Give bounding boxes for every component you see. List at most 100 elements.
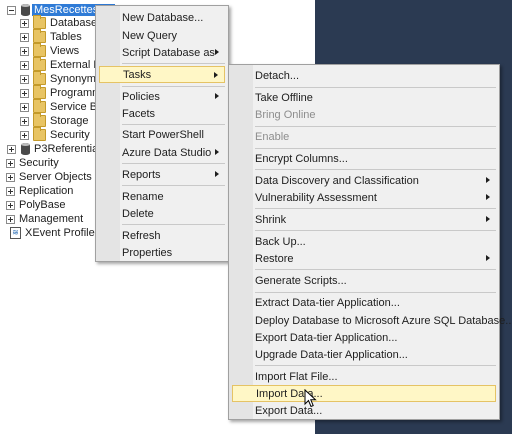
menu-separator (255, 208, 496, 209)
tree-node-polybase[interactable]: PolyBase (6, 198, 65, 212)
tree-node-db-security[interactable]: Security (20, 127, 90, 142)
menu-item-script-database-as[interactable]: Script Database as (99, 44, 225, 61)
folder-icon (33, 85, 46, 99)
tree-node-label[interactable]: Tables (50, 31, 82, 43)
tree-node-server-security[interactable]: Security (6, 156, 59, 170)
tree-node-label[interactable]: XEvent Profiler (25, 227, 98, 239)
menu-item-label: Take Offline (255, 91, 313, 104)
expand-icon[interactable] (6, 186, 15, 196)
tree-node-label[interactable]: Programm (50, 87, 101, 99)
menu-item-restore[interactable]: Restore (232, 250, 496, 267)
menu-item-label: Generate Scripts... (255, 274, 347, 287)
menu-item-label: Encrypt Columns... (255, 152, 348, 165)
profiler-icon: ≋ (10, 227, 21, 239)
menu-item-azure-data-studio[interactable]: Azure Data Studio (99, 144, 225, 161)
menu-separator (255, 126, 496, 127)
tree-node-label[interactable]: Storage (50, 115, 89, 127)
menu-item-label: Enable (255, 130, 290, 143)
tree-node-label[interactable]: Views (50, 45, 79, 57)
menu-item-shrink[interactable]: Shrink (232, 211, 496, 228)
menu-item-generate-scripts[interactable]: Generate Scripts... (232, 272, 496, 289)
menu-item-rename[interactable]: Rename (99, 188, 225, 205)
expand-icon[interactable] (6, 214, 15, 224)
tree-node-label[interactable]: Server Objects (19, 171, 92, 183)
tree-node-programmability[interactable]: Programm (20, 85, 101, 100)
menu-item-data-discovery[interactable]: Data Discovery and Classification (232, 172, 496, 189)
submenu-arrow-icon (215, 171, 219, 177)
tree-node-label[interactable]: PolyBase (19, 199, 65, 211)
menu-item-policies[interactable]: Policies (99, 88, 225, 105)
menu-item-upgrade-data-tier[interactable]: Upgrade Data-tier Application... (232, 346, 496, 363)
expand-icon[interactable] (7, 144, 16, 154)
menu-separator (255, 148, 496, 149)
menu-item-export-data[interactable]: Export Data... (232, 402, 496, 419)
expand-icon[interactable] (20, 102, 29, 112)
menu-item-new-database[interactable]: New Database... (99, 9, 225, 26)
menu-item-extract-data-tier[interactable]: Extract Data-tier Application... (232, 294, 496, 311)
submenu-arrow-icon (486, 255, 490, 261)
menu-item-refresh[interactable]: Refresh (99, 227, 225, 244)
expand-icon[interactable] (20, 116, 29, 126)
expand-icon[interactable] (20, 130, 29, 140)
database-icon (21, 4, 30, 16)
tree-node-label[interactable]: Synonyms (50, 73, 101, 85)
tree-node-label[interactable]: Security (19, 157, 59, 169)
tree-node-storage[interactable]: Storage (20, 113, 89, 128)
expand-icon[interactable] (20, 60, 29, 70)
menu-item-start-powershell[interactable]: Start PowerShell (99, 126, 225, 143)
menu-item-import-data[interactable]: Import Data... (232, 385, 496, 402)
expand-icon[interactable] (6, 200, 15, 210)
tasks-submenu: Detach... Take Offline Bring Online Enab… (228, 64, 512, 420)
menu-item-deploy-to-azure[interactable]: Deploy Database to Microsoft Azure SQL D… (232, 312, 512, 329)
menu-item-detach[interactable]: Detach... (232, 67, 496, 84)
menu-separator (255, 269, 496, 270)
tree-node-p3referential[interactable]: P3Referential (7, 142, 101, 156)
expand-icon[interactable] (6, 158, 15, 168)
menu-item-enable[interactable]: Enable (232, 128, 496, 145)
tree-node-label[interactable]: Security (50, 129, 90, 141)
folder-icon (33, 113, 46, 127)
tree-node-service-broker[interactable]: Service Bro (20, 99, 107, 114)
tree-node-server-objects[interactable]: Server Objects (6, 170, 92, 184)
tree-node-xevent-profiler[interactable]: ≋ XEvent Profiler (6, 226, 98, 240)
menu-item-reports[interactable]: Reports (99, 166, 225, 183)
tree-node-synonyms[interactable]: Synonyms (20, 71, 101, 86)
menu-item-delete[interactable]: Delete (99, 205, 225, 222)
menu-item-vulnerability-assessment[interactable]: Vulnerability Assessment (232, 189, 496, 206)
tree-node-label[interactable]: Management (19, 213, 83, 225)
menu-item-label: Bring Online (255, 108, 316, 121)
menu-item-encrypt-columns[interactable]: Encrypt Columns... (232, 150, 496, 167)
menu-item-bring-online[interactable]: Bring Online (232, 106, 496, 123)
expand-icon[interactable] (20, 74, 29, 84)
menu-item-label: Extract Data-tier Application... (255, 296, 400, 309)
tree-node-label[interactable]: Replication (19, 185, 73, 197)
menu-separator (255, 169, 496, 170)
tree-node-replication[interactable]: Replication (6, 184, 73, 198)
expand-icon[interactable] (20, 32, 29, 42)
menu-item-back-up[interactable]: Back Up... (232, 233, 496, 250)
database-icon (21, 143, 30, 155)
submenu-arrow-icon (214, 72, 218, 78)
tree-node-label[interactable]: P3Referential (34, 143, 101, 155)
menu-item-new-query[interactable]: New Query (99, 27, 225, 44)
menu-separator (255, 87, 496, 88)
menu-item-label: Upgrade Data-tier Application... (255, 348, 408, 361)
expand-icon[interactable] (20, 88, 29, 98)
folder-icon (33, 43, 46, 57)
menu-item-tasks[interactable]: Tasks (99, 66, 225, 83)
tree-node-tables[interactable]: Tables (20, 29, 82, 44)
menu-item-facets[interactable]: Facets (99, 105, 225, 122)
menu-item-properties[interactable]: Properties (99, 244, 225, 261)
menu-separator (255, 292, 496, 293)
menu-item-take-offline[interactable]: Take Offline (232, 89, 496, 106)
tree-node-views[interactable]: Views (20, 43, 79, 58)
menu-item-label: New Database... (122, 11, 204, 24)
menu-item-import-flat-file[interactable]: Import Flat File... (232, 368, 496, 385)
tree-node-management[interactable]: Management (6, 212, 83, 226)
expand-icon[interactable] (20, 46, 29, 56)
collapse-icon[interactable] (7, 5, 16, 15)
expand-icon[interactable] (6, 172, 15, 182)
menu-item-label: Deploy Database to Microsoft Azure SQL D… (255, 314, 512, 327)
menu-item-export-data-tier[interactable]: Export Data-tier Application... (232, 329, 496, 346)
expand-icon[interactable] (20, 18, 29, 28)
